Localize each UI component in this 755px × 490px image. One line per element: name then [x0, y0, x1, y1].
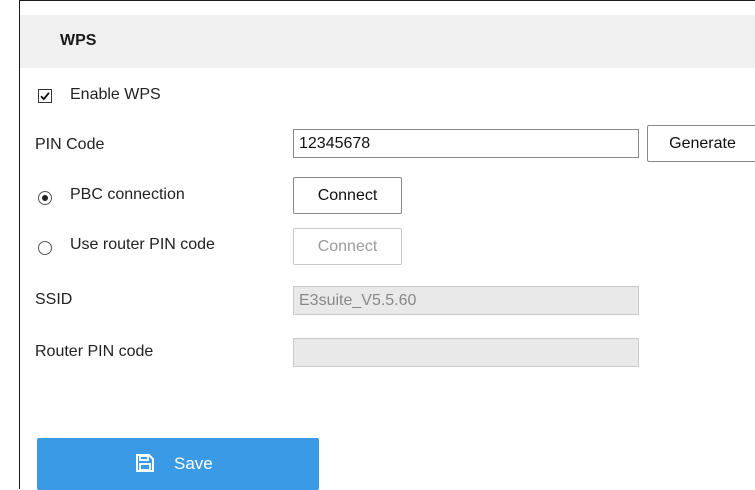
wps-settings-panel: WPS Enable WPS PIN Code 12345678 Generat…: [19, 0, 755, 490]
router-pin-radio[interactable]: [38, 241, 52, 255]
ssid-input[interactable]: E3suite_V5.5.60: [293, 286, 639, 315]
check-icon: [40, 92, 50, 101]
save-button[interactable]: Save: [37, 438, 319, 490]
section-header: WPS: [20, 15, 755, 68]
save-label: Save: [174, 454, 213, 473]
pbc-connection-radio[interactable]: [38, 191, 52, 205]
save-icon: [136, 454, 154, 472]
router-pin-code-label: Router PIN code: [35, 343, 154, 360]
generate-button[interactable]: Generate: [647, 125, 755, 162]
section-title: WPS: [60, 32, 97, 49]
pin-code-input[interactable]: 12345678: [293, 129, 639, 158]
enable-wps-checkbox[interactable]: [38, 89, 52, 103]
pbc-connect-button[interactable]: Connect: [293, 177, 402, 214]
router-pin-label: Use router PIN code: [70, 236, 215, 253]
radio-selected-dot: [42, 195, 48, 201]
router-pin-code-input[interactable]: [293, 338, 639, 367]
ssid-label: SSID: [35, 291, 73, 308]
pbc-connection-label: PBC connection: [70, 186, 185, 203]
router-pin-connect-button[interactable]: Connect: [293, 228, 402, 265]
enable-wps-label: Enable WPS: [70, 86, 161, 103]
pin-code-label: PIN Code: [35, 136, 105, 153]
